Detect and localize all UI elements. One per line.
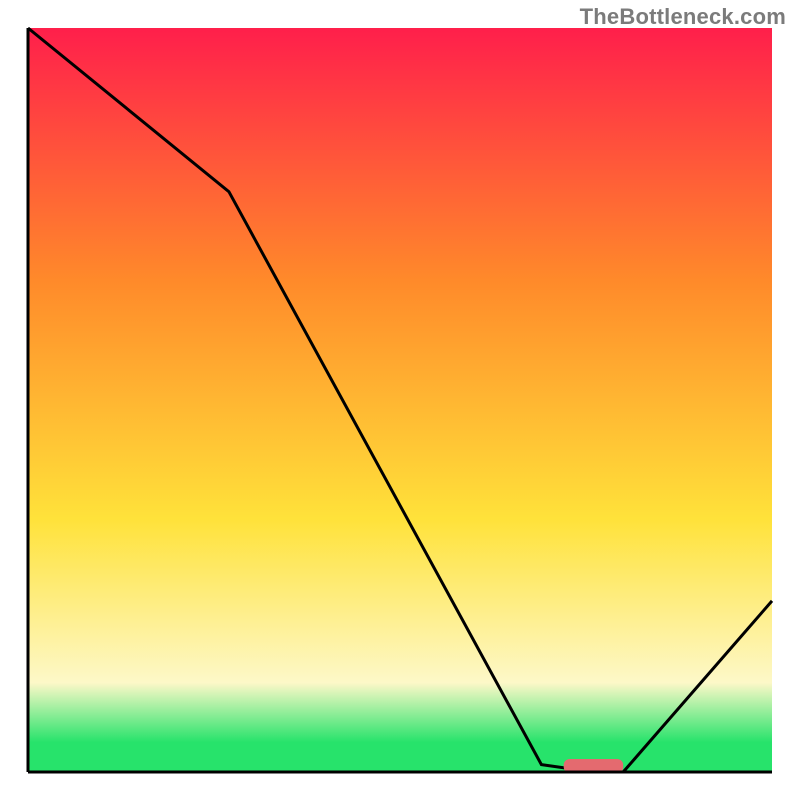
chart-container: { "watermark": "TheBottleneck.com", "col… — [0, 0, 800, 800]
bottleneck-chart — [0, 0, 800, 800]
watermark-text: TheBottleneck.com — [580, 4, 786, 30]
plot-background — [28, 28, 772, 772]
